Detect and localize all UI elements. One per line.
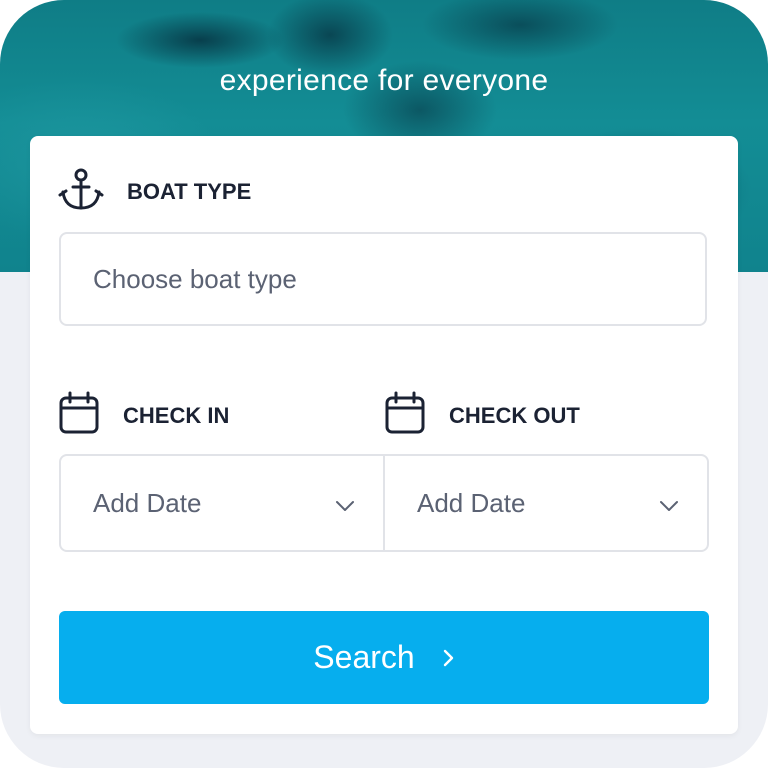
search-card: BOAT TYPE Choose boat type CHECK IN CHEC… <box>30 136 738 734</box>
check-out-label-row: CHECK OUT <box>384 390 580 441</box>
chevron-right-icon <box>443 648 455 668</box>
check-in-label: CHECK IN <box>123 402 230 428</box>
date-range-field: Add Date Add Date <box>59 454 709 552</box>
boat-type-input[interactable]: Choose boat type <box>59 232 707 326</box>
boat-type-label: BOAT TYPE <box>127 178 252 204</box>
chevron-down-icon <box>335 488 355 519</box>
check-in-select[interactable]: Add Date <box>61 456 383 550</box>
check-out-select[interactable]: Add Date <box>383 456 707 550</box>
check-out-label: CHECK OUT <box>449 402 580 428</box>
calendar-icon <box>58 390 100 441</box>
search-button-label: Search <box>313 639 415 675</box>
search-button[interactable]: Search <box>59 611 709 704</box>
boat-type-label-row: BOAT TYPE <box>58 166 251 217</box>
check-in-label-row: CHECK IN <box>58 390 229 441</box>
hero-title: experience for everyone <box>219 64 549 97</box>
chevron-down-icon <box>659 488 679 519</box>
anchor-icon <box>58 166 104 217</box>
app-frame: experience for everyone BOAT TYPE Choose… <box>0 0 768 768</box>
check-out-value: Add Date <box>417 487 526 518</box>
check-in-value: Add Date <box>93 487 202 518</box>
boat-type-placeholder: Choose boat type <box>93 263 297 294</box>
calendar-icon <box>384 390 426 441</box>
